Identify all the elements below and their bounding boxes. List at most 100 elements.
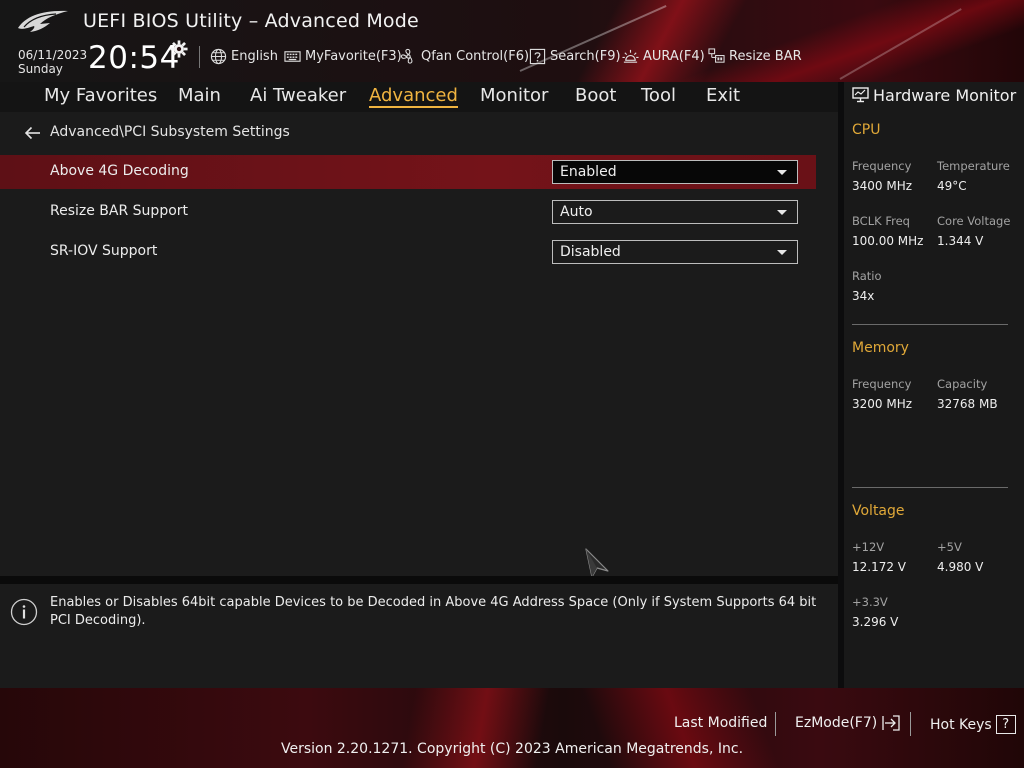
- v12-label: +12V: [852, 540, 885, 554]
- gear-icon[interactable]: [170, 40, 188, 58]
- header-bar: UEFI BIOS Utility – Advanced Mode 06/11/…: [0, 0, 1024, 82]
- myfavorite-label: MyFavorite(F3): [305, 48, 402, 64]
- hot-keys-question-icon: ?: [995, 715, 1016, 734]
- cpu-frequency-label: Frequency: [852, 159, 912, 173]
- myfavorite-button[interactable]: MyFavorite(F3): [284, 47, 402, 65]
- bclk-label: BCLK Freq: [852, 214, 910, 228]
- day-label: Sunday: [18, 62, 63, 76]
- aura-light-icon: [622, 49, 639, 63]
- aura-label: AURA(F4): [643, 48, 705, 64]
- v5-label: +5V: [937, 540, 962, 554]
- v33-label: +3.3V: [852, 595, 888, 609]
- v12-value: 12.172 V: [852, 560, 907, 574]
- dropdown-value: Auto: [560, 204, 593, 220]
- cpu-temperature-value: 49°C: [937, 179, 967, 193]
- decor-slash: [839, 8, 962, 80]
- bclk-value: 100.00 MHz: [852, 234, 924, 248]
- tab-monitor[interactable]: Monitor: [480, 85, 548, 106]
- hot-keys-label: Hot Keys: [930, 716, 992, 733]
- hot-keys-button[interactable]: Hot Keys ?: [930, 715, 1016, 734]
- footer-divider: [775, 712, 776, 736]
- cpu-frequency-value: 3400 MHz: [852, 179, 913, 193]
- copyright-text: Version 2.20.1271. Copyright (C) 2023 Am…: [280, 741, 744, 757]
- settings-panel: Advanced\PCI Subsystem Settings Above 4G…: [0, 112, 838, 578]
- breadcrumb: Advanced\PCI Subsystem Settings: [50, 124, 290, 140]
- last-modified-button[interactable]: Last Modified: [674, 715, 767, 731]
- dropdown-value: Disabled: [560, 244, 621, 260]
- memory-capacity-label: Capacity: [937, 377, 988, 391]
- keyboard-icon: [284, 50, 301, 62]
- tab-advanced[interactable]: Advanced: [369, 85, 458, 108]
- tab-exit[interactable]: Exit: [706, 85, 740, 106]
- footer-bar: Last Modified EzMode(F7) Hot Keys ? Vers…: [0, 688, 1024, 768]
- clock: 20:54: [88, 40, 180, 76]
- section-divider: [852, 487, 1008, 488]
- tab-my-favorites[interactable]: My Favorites: [44, 85, 157, 106]
- memory-capacity-value: 32768 MB: [937, 397, 998, 411]
- sr-iov-support-dropdown[interactable]: Disabled: [552, 240, 798, 264]
- search-label: Search(F9): [550, 48, 621, 64]
- tab-boot[interactable]: Boot: [575, 85, 616, 106]
- tab-tool[interactable]: Tool: [641, 85, 676, 106]
- setting-label: SR-IOV Support: [50, 243, 158, 259]
- setting-row-resize-bar-support[interactable]: Resize BAR Support Auto: [0, 195, 816, 229]
- language-label: English: [231, 48, 278, 64]
- voltage-section-title: Voltage: [852, 503, 905, 519]
- panel-divider: [0, 576, 838, 584]
- setting-label: Resize BAR Support: [50, 203, 189, 219]
- setting-row-sr-iov-support[interactable]: SR-IOV Support Disabled: [0, 235, 816, 269]
- question-box-icon: [529, 48, 546, 64]
- ezmode-button[interactable]: EzMode(F7): [795, 715, 901, 731]
- hardware-monitor-panel: Hardware Monitor CPU Frequency 3400 MHz …: [844, 82, 1024, 688]
- back-arrow-icon[interactable]: [24, 126, 41, 140]
- resize-bar-button[interactable]: Resize BAR: [708, 47, 802, 65]
- core-voltage-value: 1.344 V: [937, 234, 984, 248]
- help-panel: Enables or Disables 64bit capable Device…: [0, 584, 838, 688]
- setting-label: Above 4G Decoding: [50, 163, 189, 179]
- core-voltage-label: Core Voltage: [937, 214, 1011, 228]
- tab-ai-tweaker[interactable]: Ai Tweaker: [250, 85, 346, 106]
- search-button[interactable]: Search(F9): [529, 47, 621, 65]
- qfan-control-label: Qfan Control(F6): [421, 48, 530, 64]
- memory-frequency-value: 3200 MHz: [852, 397, 913, 411]
- ezmode-label: EzMode(F7): [795, 715, 878, 731]
- mouse-cursor-icon: [585, 548, 609, 578]
- cpu-section-title: CPU: [852, 122, 881, 138]
- dropdown-value: Enabled: [560, 164, 617, 180]
- chevron-down-icon: [777, 170, 787, 175]
- resize-bar-icon: [708, 47, 725, 63]
- globe-icon: [210, 48, 227, 64]
- chevron-down-icon: [777, 250, 787, 255]
- v33-value: 3.296 V: [852, 615, 899, 629]
- footer-divider: [910, 712, 911, 736]
- resize-bar-support-dropdown[interactable]: Auto: [552, 200, 798, 224]
- memory-frequency-label: Frequency: [852, 377, 912, 391]
- chevron-down-icon: [777, 210, 787, 215]
- info-icon: [10, 598, 38, 626]
- app-title: UEFI BIOS Utility – Advanced Mode: [83, 10, 419, 32]
- main-nav: My Favorites Main Ai Tweaker Advanced Mo…: [0, 82, 838, 112]
- section-divider: [852, 324, 1008, 325]
- hardware-monitor-header: Hardware Monitor: [844, 82, 1024, 108]
- exit-to-ezmode-icon: [882, 715, 900, 731]
- setting-row-above-4g-decoding[interactable]: Above 4G Decoding Enabled: [0, 155, 816, 189]
- ratio-value: 34x: [852, 289, 875, 303]
- language-button[interactable]: English: [210, 47, 278, 65]
- fan-icon: [400, 48, 413, 64]
- aura-button[interactable]: AURA(F4): [622, 47, 705, 65]
- rog-logo: [18, 10, 68, 32]
- hardware-monitor-title: Hardware Monitor: [873, 85, 1017, 105]
- above-4g-decoding-dropdown[interactable]: Enabled: [552, 160, 798, 184]
- help-text: Enables or Disables 64bit capable Device…: [50, 595, 817, 628]
- resize-bar-label: Resize BAR: [729, 48, 802, 64]
- qfan-control-button[interactable]: Qfan Control(F6): [400, 47, 529, 65]
- date-label: 06/11/2023: [18, 48, 88, 62]
- header-divider: [199, 46, 200, 68]
- v5-value: 4.980 V: [937, 560, 984, 574]
- ratio-label: Ratio: [852, 269, 882, 283]
- cpu-temperature-label: Temperature: [937, 159, 1010, 173]
- memory-section-title: Memory: [852, 340, 909, 356]
- tab-main[interactable]: Main: [178, 85, 221, 106]
- monitor-icon: [852, 87, 869, 103]
- last-modified-label: Last Modified: [674, 715, 768, 731]
